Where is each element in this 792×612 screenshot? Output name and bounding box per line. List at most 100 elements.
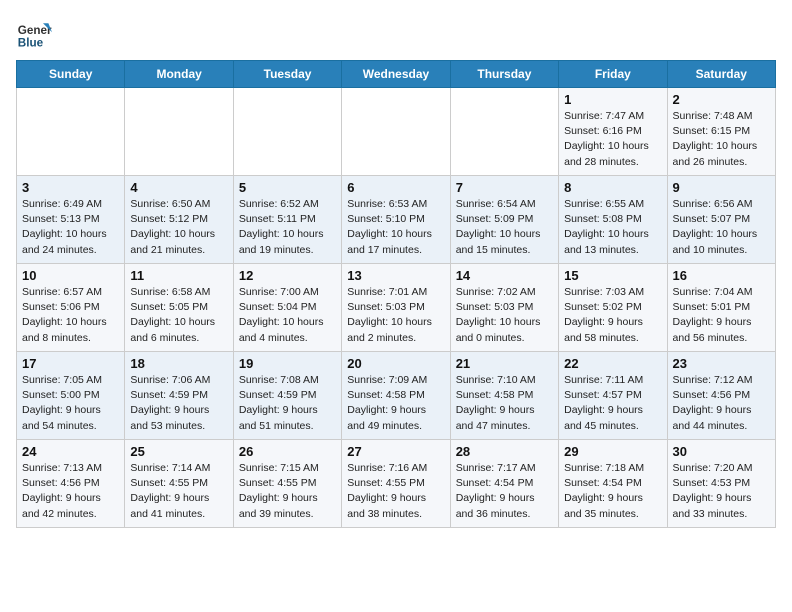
day-number: 6 (347, 180, 444, 195)
day-number: 14 (456, 268, 553, 283)
day-number: 7 (456, 180, 553, 195)
calendar-cell (342, 88, 450, 176)
day-number: 27 (347, 444, 444, 459)
day-number: 24 (22, 444, 119, 459)
calendar-table: SundayMondayTuesdayWednesdayThursdayFrid… (16, 60, 776, 528)
calendar-cell: 14 Sunrise: 7:02 AM Sunset: 5:03 PM Dayli… (450, 264, 558, 352)
day-number: 8 (564, 180, 661, 195)
day-number: 3 (22, 180, 119, 195)
calendar-cell: 22 Sunrise: 7:11 AM Sunset: 4:57 PM Dayli… (559, 352, 667, 440)
calendar-cell: 19 Sunrise: 7:08 AM Sunset: 4:59 PM Dayli… (233, 352, 341, 440)
day-info: Sunrise: 6:49 AM Sunset: 5:13 PM Dayligh… (22, 197, 119, 258)
day-number: 20 (347, 356, 444, 371)
day-number: 26 (239, 444, 336, 459)
day-number: 29 (564, 444, 661, 459)
day-number: 21 (456, 356, 553, 371)
day-info: Sunrise: 7:04 AM Sunset: 5:01 PM Dayligh… (673, 285, 770, 346)
calendar-week-row: 3 Sunrise: 6:49 AM Sunset: 5:13 PM Daylig… (17, 176, 776, 264)
calendar-cell: 23 Sunrise: 7:12 AM Sunset: 4:56 PM Dayli… (667, 352, 775, 440)
day-number: 9 (673, 180, 770, 195)
weekday-header-cell: Friday (559, 61, 667, 88)
day-info: Sunrise: 6:57 AM Sunset: 5:06 PM Dayligh… (22, 285, 119, 346)
weekday-header-cell: Sunday (17, 61, 125, 88)
calendar-cell: 26 Sunrise: 7:15 AM Sunset: 4:55 PM Dayli… (233, 440, 341, 528)
day-info: Sunrise: 6:58 AM Sunset: 5:05 PM Dayligh… (130, 285, 227, 346)
day-number: 12 (239, 268, 336, 283)
day-number: 30 (673, 444, 770, 459)
weekday-header-cell: Thursday (450, 61, 558, 88)
day-info: Sunrise: 7:01 AM Sunset: 5:03 PM Dayligh… (347, 285, 444, 346)
calendar-cell: 2 Sunrise: 7:48 AM Sunset: 6:15 PM Daylig… (667, 88, 775, 176)
weekday-header-row: SundayMondayTuesdayWednesdayThursdayFrid… (17, 61, 776, 88)
day-info: Sunrise: 7:08 AM Sunset: 4:59 PM Dayligh… (239, 373, 336, 434)
day-number: 16 (673, 268, 770, 283)
day-info: Sunrise: 7:18 AM Sunset: 4:54 PM Dayligh… (564, 461, 661, 522)
calendar-week-row: 17Sunrise: 7:05 AM Sunset: 5:00 PM Dayli… (17, 352, 776, 440)
day-info: Sunrise: 7:02 AM Sunset: 5:03 PM Dayligh… (456, 285, 553, 346)
day-info: Sunrise: 7:14 AM Sunset: 4:55 PM Dayligh… (130, 461, 227, 522)
logo: General Blue (16, 16, 56, 52)
day-info: Sunrise: 6:56 AM Sunset: 5:07 PM Dayligh… (673, 197, 770, 258)
day-info: Sunrise: 7:15 AM Sunset: 4:55 PM Dayligh… (239, 461, 336, 522)
calendar-cell: 12 Sunrise: 7:00 AM Sunset: 5:04 PM Dayli… (233, 264, 341, 352)
day-number: 2 (673, 92, 770, 107)
day-info: Sunrise: 6:50 AM Sunset: 5:12 PM Dayligh… (130, 197, 227, 258)
day-info: Sunrise: 7:03 AM Sunset: 5:02 PM Dayligh… (564, 285, 661, 346)
calendar-cell: 17Sunrise: 7:05 AM Sunset: 5:00 PM Dayli… (17, 352, 125, 440)
day-number: 22 (564, 356, 661, 371)
day-number: 19 (239, 356, 336, 371)
calendar-cell: 24 Sunrise: 7:13 AM Sunset: 4:56 PM Dayli… (17, 440, 125, 528)
calendar-cell: 20Sunrise: 7:09 AM Sunset: 4:58 PM Dayli… (342, 352, 450, 440)
calendar-cell: 30Sunrise: 7:20 AM Sunset: 4:53 PM Dayli… (667, 440, 775, 528)
day-number: 10 (22, 268, 119, 283)
calendar-cell: 21 Sunrise: 7:10 AM Sunset: 4:58 PM Dayli… (450, 352, 558, 440)
day-info: Sunrise: 7:11 AM Sunset: 4:57 PM Dayligh… (564, 373, 661, 434)
day-info: Sunrise: 7:16 AM Sunset: 4:55 PM Dayligh… (347, 461, 444, 522)
calendar-week-row: 10 Sunrise: 6:57 AM Sunset: 5:06 PM Dayli… (17, 264, 776, 352)
calendar-cell: 13 Sunrise: 7:01 AM Sunset: 5:03 PM Dayli… (342, 264, 450, 352)
weekday-header-cell: Monday (125, 61, 233, 88)
day-number: 23 (673, 356, 770, 371)
day-number: 1 (564, 92, 661, 107)
calendar-cell: 18Sunrise: 7:06 AM Sunset: 4:59 PM Dayli… (125, 352, 233, 440)
calendar-cell (125, 88, 233, 176)
calendar-cell (450, 88, 558, 176)
day-info: Sunrise: 7:12 AM Sunset: 4:56 PM Dayligh… (673, 373, 770, 434)
calendar-cell (233, 88, 341, 176)
calendar-cell: 25Sunrise: 7:14 AM Sunset: 4:55 PM Dayli… (125, 440, 233, 528)
day-info: Sunrise: 7:48 AM Sunset: 6:15 PM Dayligh… (673, 109, 770, 170)
day-number: 28 (456, 444, 553, 459)
calendar-cell: 3 Sunrise: 6:49 AM Sunset: 5:13 PM Daylig… (17, 176, 125, 264)
calendar-cell: 1 Sunrise: 7:47 AM Sunset: 6:16 PM Daylig… (559, 88, 667, 176)
day-number: 5 (239, 180, 336, 195)
calendar-cell: 16 Sunrise: 7:04 AM Sunset: 5:01 PM Dayli… (667, 264, 775, 352)
calendar-cell: 29 Sunrise: 7:18 AM Sunset: 4:54 PM Dayli… (559, 440, 667, 528)
day-number: 13 (347, 268, 444, 283)
day-number: 11 (130, 268, 227, 283)
day-info: Sunrise: 7:05 AM Sunset: 5:00 PM Dayligh… (22, 373, 119, 434)
svg-text:Blue: Blue (18, 37, 44, 50)
calendar-cell: 7 Sunrise: 6:54 AM Sunset: 5:09 PM Daylig… (450, 176, 558, 264)
weekday-header-cell: Wednesday (342, 61, 450, 88)
day-number: 15 (564, 268, 661, 283)
calendar-cell: 4 Sunrise: 6:50 AM Sunset: 5:12 PM Daylig… (125, 176, 233, 264)
day-info: Sunrise: 7:47 AM Sunset: 6:16 PM Dayligh… (564, 109, 661, 170)
calendar-cell: 8Sunrise: 6:55 AM Sunset: 5:08 PM Daylig… (559, 176, 667, 264)
calendar-cell: 10 Sunrise: 6:57 AM Sunset: 5:06 PM Dayli… (17, 264, 125, 352)
day-info: Sunrise: 7:13 AM Sunset: 4:56 PM Dayligh… (22, 461, 119, 522)
day-info: Sunrise: 7:06 AM Sunset: 4:59 PM Dayligh… (130, 373, 227, 434)
calendar-cell (17, 88, 125, 176)
calendar-cell: 5Sunrise: 6:52 AM Sunset: 5:11 PM Daylig… (233, 176, 341, 264)
calendar-week-row: 24 Sunrise: 7:13 AM Sunset: 4:56 PM Dayli… (17, 440, 776, 528)
weekday-header-cell: Tuesday (233, 61, 341, 88)
day-info: Sunrise: 7:10 AM Sunset: 4:58 PM Dayligh… (456, 373, 553, 434)
day-info: Sunrise: 6:54 AM Sunset: 5:09 PM Dayligh… (456, 197, 553, 258)
day-number: 4 (130, 180, 227, 195)
day-info: Sunrise: 7:00 AM Sunset: 5:04 PM Dayligh… (239, 285, 336, 346)
calendar-cell: 27 Sunrise: 7:16 AM Sunset: 4:55 PM Dayli… (342, 440, 450, 528)
calendar-cell: 9 Sunrise: 6:56 AM Sunset: 5:07 PM Daylig… (667, 176, 775, 264)
calendar-cell: 15 Sunrise: 7:03 AM Sunset: 5:02 PM Dayli… (559, 264, 667, 352)
logo-icon: General Blue (16, 16, 52, 52)
calendar-cell: 28 Sunrise: 7:17 AM Sunset: 4:54 PM Dayli… (450, 440, 558, 528)
day-info: Sunrise: 7:17 AM Sunset: 4:54 PM Dayligh… (456, 461, 553, 522)
